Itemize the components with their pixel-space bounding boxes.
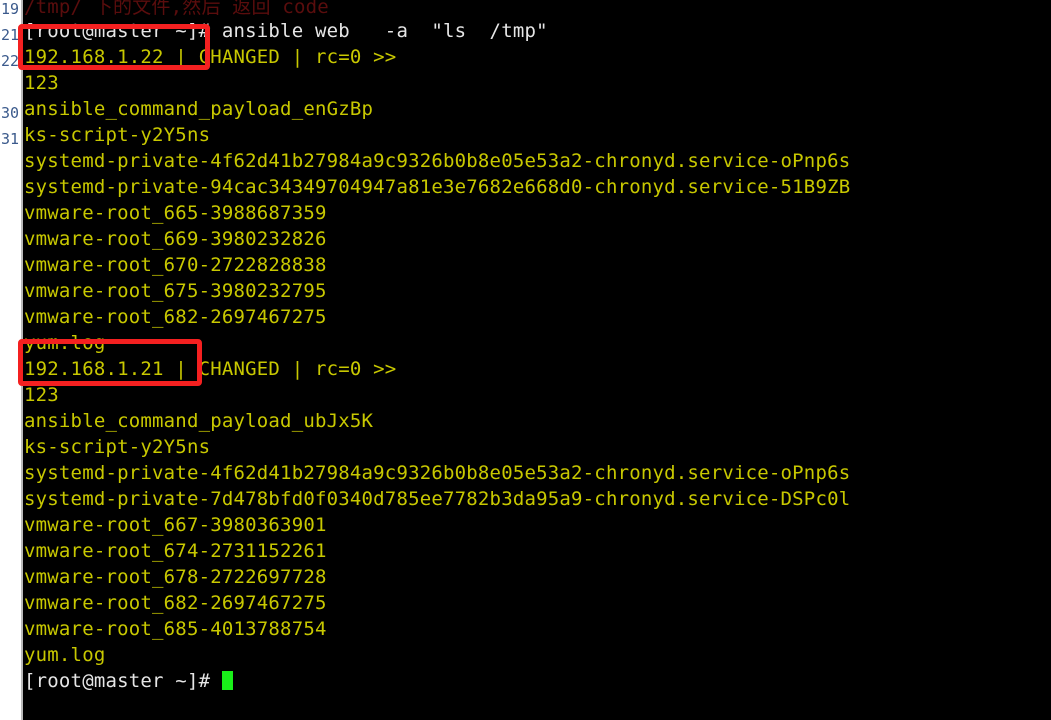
line-number [0,178,22,204]
line-number: 31 [0,130,19,148]
line-number [0,438,22,464]
line-number: 22 [0,52,19,70]
terminal-line: vmware-root_674-2731152261 [24,540,327,562]
terminal-line: vmware-root_678-2722697728 [24,566,327,588]
terminal-prompt-line[interactable]: [root@master ~]# [24,668,1051,694]
text-cursor [221,671,233,690]
line-number [0,646,22,672]
terminal-line: vmware-root_682-2697467275 [24,306,327,328]
line-number: 19 [0,0,19,18]
terminal-line: ansible_command_payload_ubJx5K [24,410,374,432]
line-number [0,594,22,620]
line-number [0,256,22,282]
terminal-line: 192.168.1.21 | CHANGED | rc=0 >> [24,358,397,380]
line-number [0,412,22,438]
terminal-line: 123 [24,384,59,406]
terminal-line: [root@master ~]# ansible web -a "ls /tmp… [24,20,548,42]
terminal-line: yum.log [24,644,106,666]
line-number [0,542,22,568]
terminal-line: 123 [24,72,59,94]
line-number [0,386,22,412]
line-number [0,516,22,542]
line-number-list: 19 21 22 30 31 [0,0,22,698]
line-number [0,490,22,516]
line-number-gutter: 19 21 22 30 31 [0,0,22,720]
terminal-line: vmware-root_682-2697467275 [24,592,327,614]
terminal-line: systemd-private-7d478bfd0f0340d785ee7782… [24,488,851,510]
terminal-line: vmware-root_675-3980232795 [24,280,327,302]
line-number [0,464,22,490]
terminal-line: systemd-private-4f62d41b27984a9c9326b0b8… [24,462,851,484]
terminal-line: vmware-root_669-3980232826 [24,228,327,250]
line-number [0,672,22,698]
line-number [0,282,22,308]
gutter-divider [21,0,23,720]
terminal-line: 192.168.1.22 | CHANGED | rc=0 >> [24,46,397,68]
line-number [0,152,22,178]
line-number [0,204,22,230]
line-number: 30 [0,104,19,122]
line-number [0,334,22,360]
terminal-output[interactable]: /tmp/ 下的文件,然后 返回 code [root@master ~]# an… [24,0,1051,720]
terminal-line: vmware-root_670-2722828838 [24,254,327,276]
terminal-line: vmware-root_665-3988687359 [24,202,327,224]
line-number [0,74,22,100]
terminal-screen: 19 21 22 30 31 /tmp/ 下的文件,然后 返回 code [root@m… [0,0,1051,720]
terminal-line: systemd-private-94cac34349704947a81e3e76… [24,176,851,198]
terminal-line: ks-script-y2Y5ns [24,436,211,458]
terminal-line: yum.log [24,332,106,354]
terminal-line: ks-script-y2Y5ns [24,124,211,146]
line-number [0,620,22,646]
terminal-line: systemd-private-4f62d41b27984a9c9326b0b8… [24,150,851,172]
terminal-line: vmware-root_667-3980363901 [24,514,327,536]
line-number [0,230,22,256]
line-number: 21 [0,26,19,44]
line-number [0,360,22,386]
terminal-line: ansible_command_payload_enGzBp [24,98,374,120]
terminal-line: /tmp/ 下的文件,然后 返回 code [24,0,329,18]
line-number [0,568,22,594]
line-number [0,308,22,334]
terminal-line: vmware-root_685-4013788754 [24,618,327,640]
shell-prompt: [root@master ~]# [24,670,222,692]
